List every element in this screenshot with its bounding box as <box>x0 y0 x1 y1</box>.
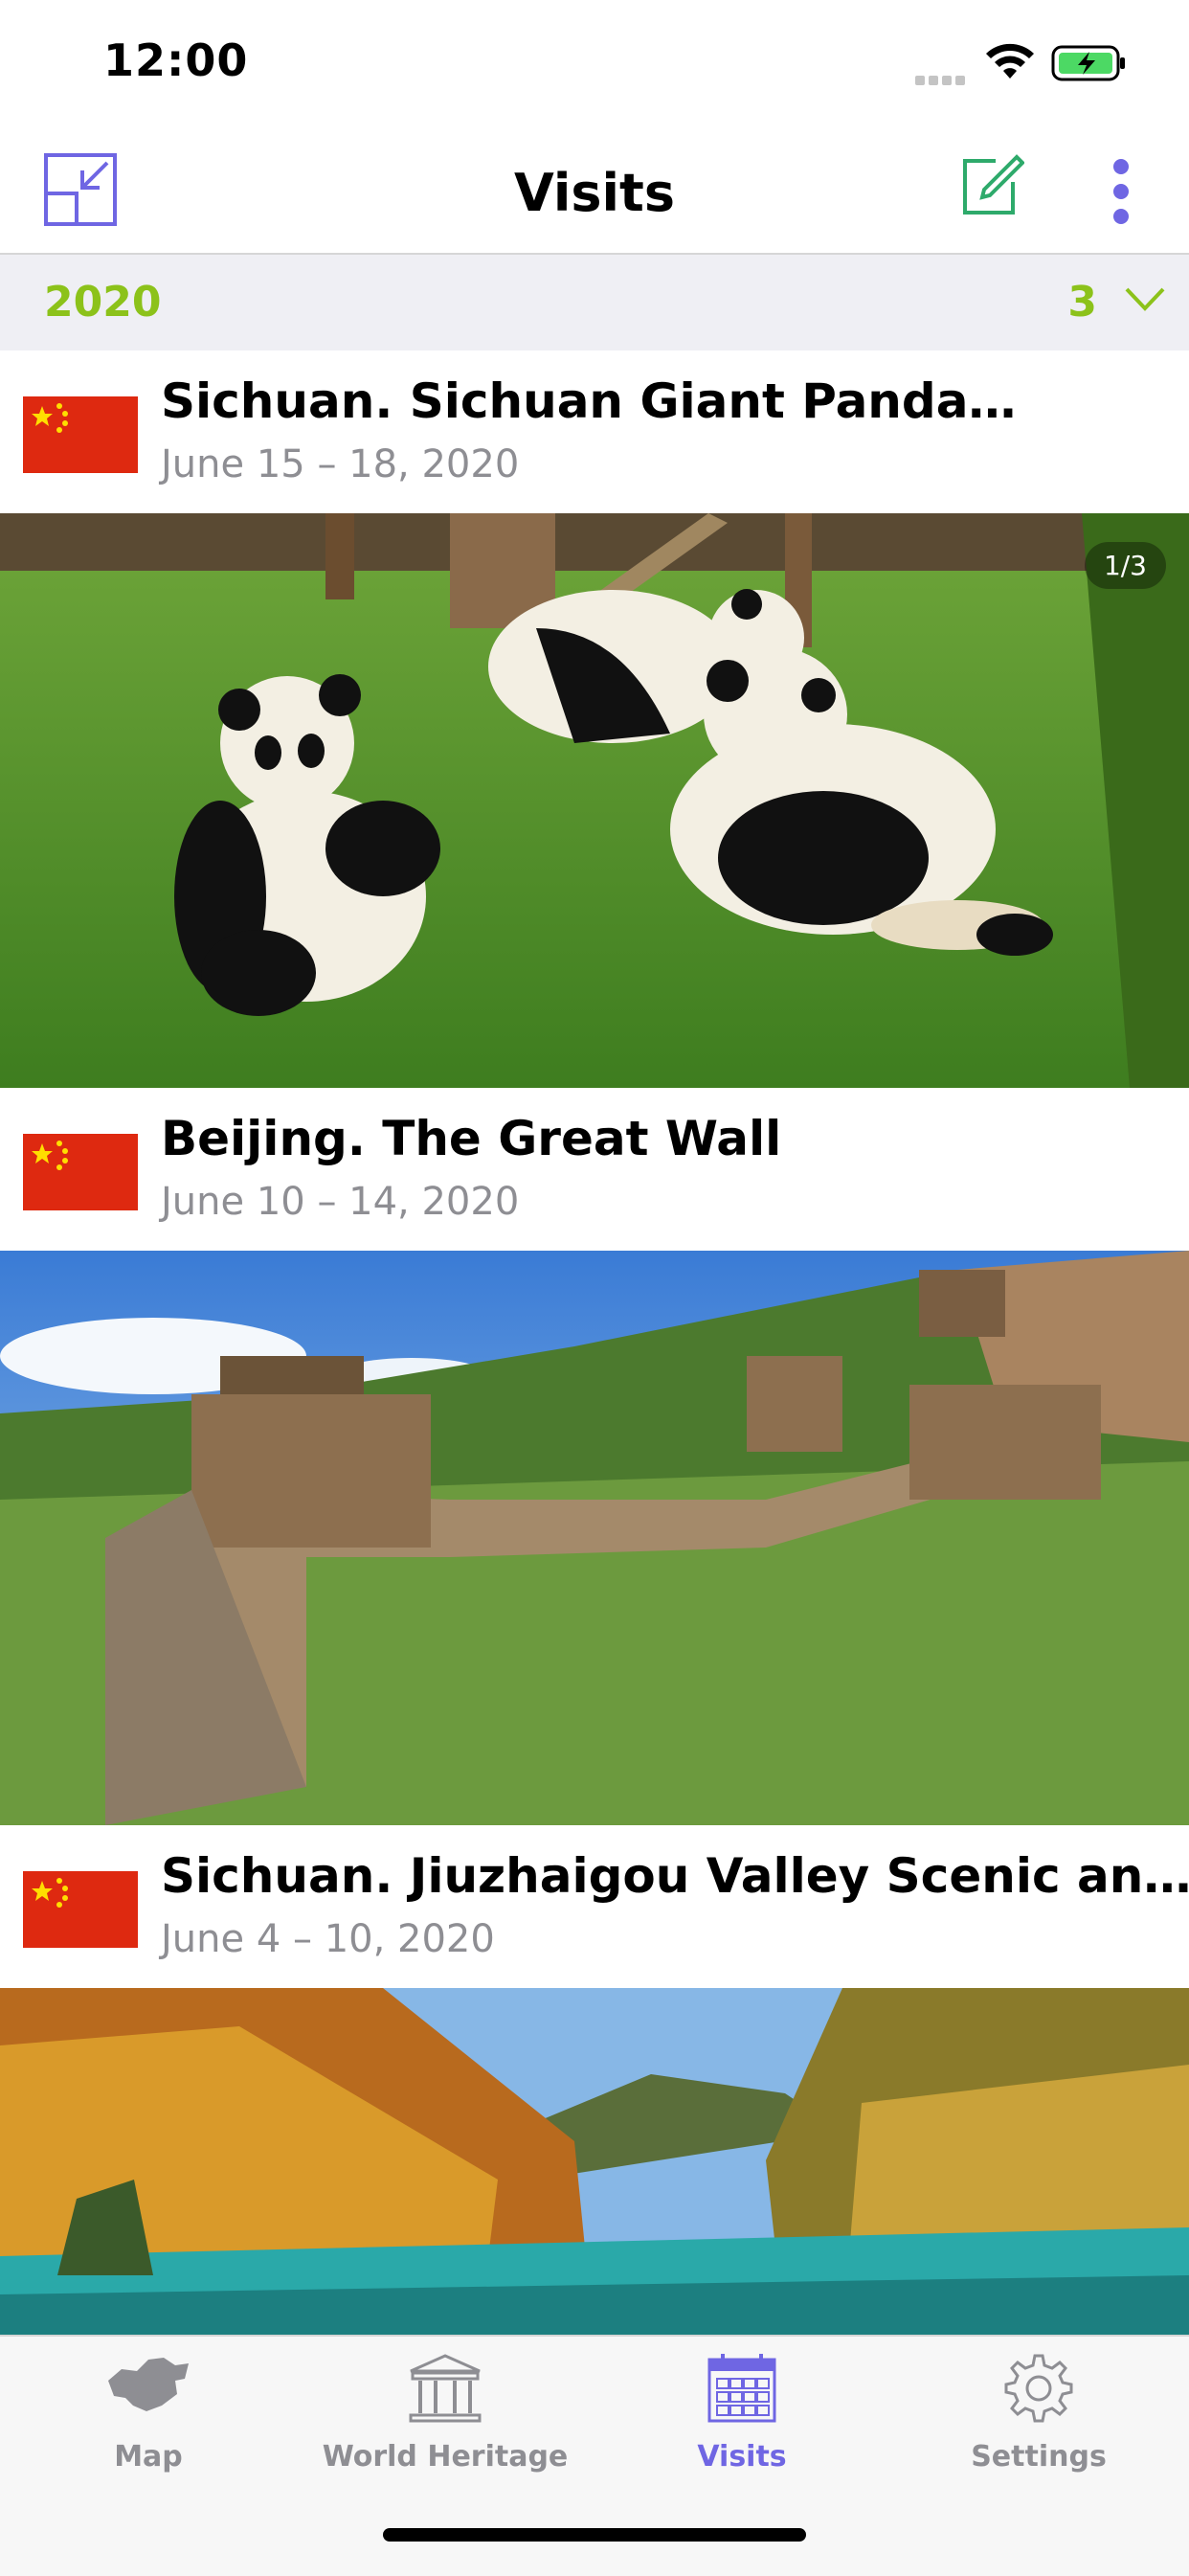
tab-world-heritage[interactable]: World Heritage <box>297 2337 594 2490</box>
china-map-icon <box>108 2358 189 2411</box>
status-bar: 12:00 <box>0 0 1189 134</box>
visit-dates: June 10 – 14, 2020 <box>161 1180 520 1224</box>
section-year: 2020 <box>44 278 162 327</box>
visit-row[interactable]: Sichuan. Sichuan Giant Panda… June 15 – … <box>0 350 1189 513</box>
status-time: 12:00 <box>103 34 249 86</box>
wifi-icon <box>986 43 1034 79</box>
jiuzhaigou-valley-photo[interactable] <box>0 1988 1189 2335</box>
chevron-down-icon[interactable] <box>1124 285 1166 314</box>
visit-title: Sichuan. Sichuan Giant Panda… <box>161 373 1017 429</box>
china-flag-icon <box>23 396 138 473</box>
calendar-icon <box>707 2354 776 2423</box>
signal-icon <box>915 71 969 85</box>
compose-icon[interactable] <box>957 153 1024 220</box>
tab-label: Settings <box>971 2440 1107 2474</box>
gear-icon <box>1004 2354 1073 2423</box>
visit-title: Sichuan. Jiuzhaigou Valley Scenic an… <box>161 1848 1189 1904</box>
visit-dates: June 15 – 18, 2020 <box>161 442 520 486</box>
tab-visits[interactable]: Visits <box>594 2337 890 2490</box>
battery-icon <box>1051 45 1125 81</box>
giant-pandas-photo[interactable]: 1/3 <box>0 513 1189 1088</box>
tab-map[interactable]: Map <box>0 2337 297 2490</box>
more-options-icon[interactable] <box>1109 157 1133 226</box>
tab-label: World Heritage <box>322 2440 569 2474</box>
visit-dates: June 4 – 10, 2020 <box>161 1917 495 1961</box>
china-flag-icon <box>23 1871 138 1948</box>
section-count: 3 <box>1067 278 1097 327</box>
year-section-header[interactable]: 2020 3 <box>0 255 1189 350</box>
temple-icon <box>409 2354 482 2423</box>
tab-settings[interactable]: Settings <box>890 2337 1187 2490</box>
photo-counter: 1/3 <box>1084 542 1166 589</box>
visit-row[interactable]: Sichuan. Jiuzhaigou Valley Scenic an… Ju… <box>0 1825 1189 1988</box>
great-wall-photo[interactable] <box>0 1251 1189 1825</box>
home-indicator <box>383 2528 806 2542</box>
tab-label: Visits <box>697 2440 787 2474</box>
visit-title: Beijing. The Great Wall <box>161 1111 782 1166</box>
visit-row[interactable]: Beijing. The Great Wall June 10 – 14, 20… <box>0 1088 1189 1251</box>
tab-label: Map <box>114 2440 183 2474</box>
china-flag-icon <box>23 1134 138 1210</box>
nav-bar: Visits <box>0 134 1189 255</box>
